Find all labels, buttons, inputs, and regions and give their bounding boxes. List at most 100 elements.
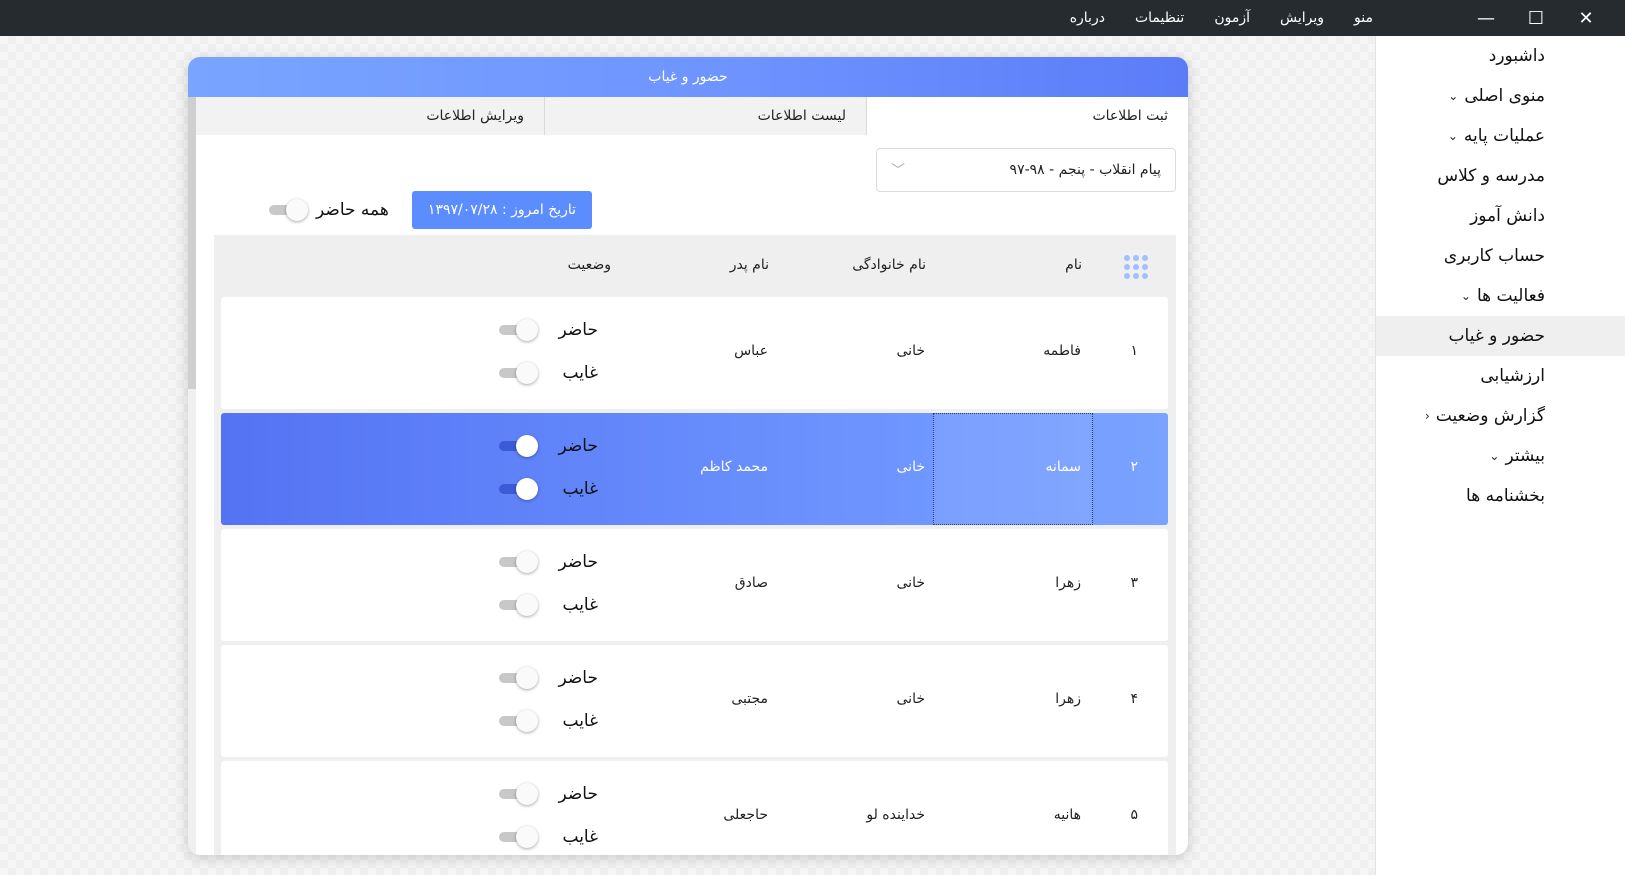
cell-family: خانی [896,575,926,591]
today-date-button[interactable]: تاریخ امروز : ۱۳۹۷/۰۷/۲۸ [412,191,592,229]
absent-toggle[interactable] [496,594,538,616]
scrollbar-thumb[interactable] [188,97,196,389]
card-title: حضور و غیاب [188,57,1188,97]
sidebar-item[interactable]: فعالیت ها ⌄ [1376,276,1625,316]
chevron-left-icon: ‹ [1424,409,1430,423]
chevron-down-icon: ⌄ [1460,289,1471,303]
all-present-label: همه حاضر [316,200,389,220]
sidebar-item-label: بیشتر [1505,446,1545,466]
table-row[interactable]: ۵ هانیه خداینده لو حاجعلی حاضر غایب [221,761,1168,855]
menu-item-about[interactable]: درباره [1058,0,1117,36]
sidebar-item-label: حساب کاربری [1443,246,1545,266]
absent-label: غایب [562,479,599,499]
absent-control: غایب [478,594,598,616]
toggle-knob [516,435,538,457]
present-label: حاضر [558,668,598,688]
toggle-knob [516,710,538,732]
attendance-table: نام نام خانوادگی نام پدر وضعیت ۱ فاطمه خان… [214,235,1176,855]
class-select-value: پیام انقلاب - پنجم - ۹۸-۹۷ [1009,162,1161,178]
close-icon: ✕ [1578,7,1594,29]
absent-label: غایب [562,827,599,847]
cell-name: هانیه [1053,807,1081,823]
table-row[interactable]: ۴ زهرا خانی مجتبی حاضر غایب [221,645,1168,757]
present-label: حاضر [558,320,598,340]
tab-list[interactable]: لیست اطلاعات [544,97,866,135]
column-header-father: نام پدر [729,257,769,273]
row-number: ۳ [1130,575,1138,591]
toggle-knob [516,594,538,616]
absent-toggle[interactable] [496,710,538,732]
cell-name: فاطمه [1043,343,1081,359]
present-control: حاضر [478,435,598,457]
present-toggle[interactable] [496,667,538,689]
absent-toggle[interactable] [496,826,538,848]
table-row[interactable]: ۳ زهرا خانی صادق حاضر غایب [221,529,1168,641]
toggle-knob [516,319,538,341]
sidebar-item-label: منوی اصلی [1464,86,1545,106]
sidebar-item[interactable]: حضور و غیاب [1376,316,1625,356]
present-control: حاضر [478,667,598,689]
absent-toggle[interactable] [496,478,538,500]
sidebar-item[interactable]: بخشنامه ها [1376,476,1625,516]
vertical-scrollbar[interactable] [188,97,196,855]
row-number: ۱ [1130,343,1138,359]
class-select[interactable]: پیام انقلاب - پنجم - ۹۸-۹۷ ﹀ [876,148,1176,192]
absent-control: غایب [478,362,598,384]
cell-father: محمد کاظم [700,459,768,475]
minimize-window-button[interactable]: — [1462,0,1510,36]
sidebar-item[interactable]: دانش آموز [1376,196,1625,236]
chevron-down-icon: ⌄ [1447,129,1458,143]
chevron-down-icon: ⌄ [1448,89,1459,103]
close-window-button[interactable]: ✕ [1562,0,1610,36]
sidebar-item[interactable]: بیشتر ⌄ [1376,436,1625,476]
sidebar-item[interactable]: عملیات پایه ⌄ [1376,116,1625,156]
sidebar-item-label: ارزشیابی [1480,366,1545,386]
cell-family: خانی [896,343,926,359]
present-toggle[interactable] [496,319,538,341]
tab-edit[interactable]: ویرایش اطلاعات [196,97,544,135]
cell-father: مجتبی [731,691,768,707]
absent-toggle[interactable] [496,362,538,384]
all-present-control: همه حاضر [266,190,389,230]
absent-control: غایب [478,710,598,732]
column-header-name: نام [1065,257,1082,273]
toggle-knob [516,478,538,500]
absent-label: غایب [562,363,599,383]
sidebar-item-label: حضور و غیاب [1448,326,1545,346]
menu-item-settings[interactable]: تنظیمات [1123,0,1196,36]
sidebar-item[interactable]: حساب کاربری [1376,236,1625,276]
cell-name: زهرا [1055,575,1081,591]
cell-name: سمانه [1045,459,1082,475]
sidebar-item[interactable]: مدرسه و کلاس [1376,156,1625,196]
row-number: ۲ [1130,459,1138,475]
sidebar-item[interactable]: ارزشیابی [1376,356,1625,396]
absent-label: غایب [562,595,599,615]
present-toggle[interactable] [496,783,538,805]
toggle-knob [516,826,538,848]
present-toggle[interactable] [496,435,538,457]
menu-item-menu[interactable]: منو [1342,0,1385,36]
toggle-knob [516,362,538,384]
grid-menu-icon[interactable] [1124,255,1148,279]
sidebar: داشبورد منوی اصلی ⌄ عملیات پایه ⌄ مدرسه و کلا… [1375,36,1625,875]
sidebar-item-label: داشبورد [1488,46,1545,66]
present-label: حاضر [558,552,598,572]
sidebar-item[interactable]: منوی اصلی ⌄ [1376,76,1625,116]
cell-family: خانی [896,459,926,475]
menu-item-exam[interactable]: آزمون [1202,0,1262,36]
row-number: ۵ [1130,807,1138,823]
sidebar-item[interactable]: داشبورد [1376,36,1625,76]
cell-name: زهرا [1055,691,1081,707]
sidebar-item[interactable]: گزارش وضعیت ‹ [1376,396,1625,436]
row-number: ۴ [1130,691,1138,707]
table-row[interactable]: ۲ سمانه خانی محمد کاظم حاضر غایب [221,413,1168,525]
present-control: حاضر [478,319,598,341]
all-present-toggle[interactable] [266,199,308,221]
cell-father: حاجعلی [723,807,768,823]
tab-register[interactable]: ثبت اطلاعات [866,97,1188,135]
table-row[interactable]: ۱ فاطمه خانی عباس حاضر غایب [221,297,1168,409]
menu-item-edit[interactable]: ویرایش [1268,0,1336,36]
present-toggle[interactable] [496,551,538,573]
maximize-window-button[interactable]: ☐ [1512,0,1560,36]
toggle-knob [286,199,308,221]
